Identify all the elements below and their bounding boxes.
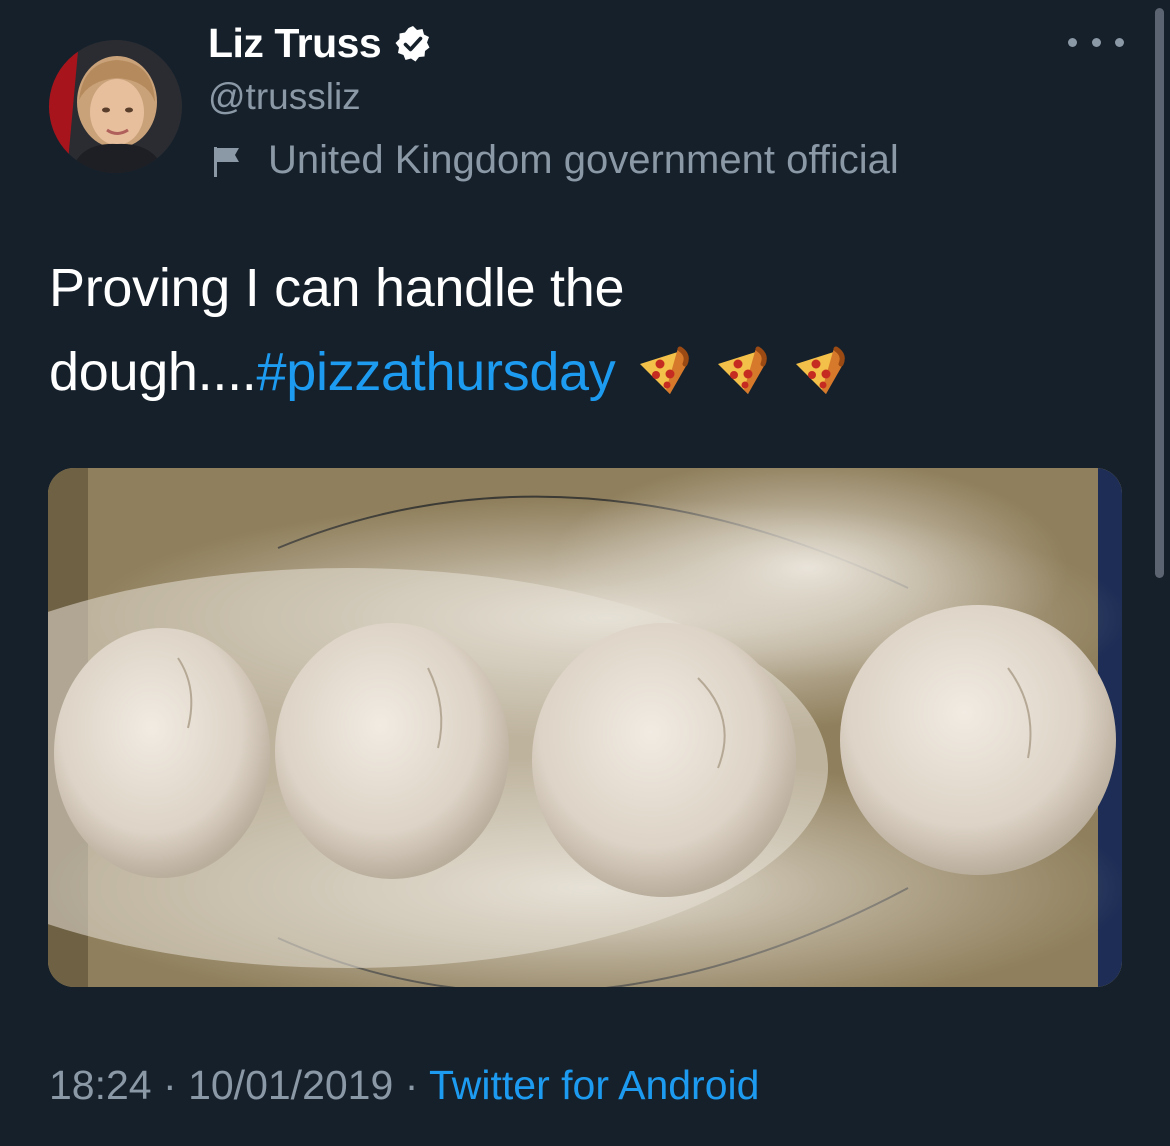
government-label-text: United Kingdom government official xyxy=(268,138,899,182)
hashtag-link[interactable]: #pizzathursday xyxy=(256,342,615,402)
tweet-photo[interactable] xyxy=(48,468,1122,987)
author-name[interactable]: Liz Truss xyxy=(208,20,382,67)
meta-separator: · xyxy=(404,1062,419,1108)
scrollbar-thumb[interactable] xyxy=(1155,8,1164,578)
avatar-photo xyxy=(49,40,182,173)
dough-balls-image xyxy=(48,468,1122,987)
tweet-meta: 18:24 · 10/01/2019 · Twitter for Android xyxy=(49,1062,759,1109)
author-handle[interactable]: @trussliz xyxy=(208,76,361,118)
avatar[interactable] xyxy=(49,40,182,173)
more-dot-icon xyxy=(1068,37,1077,47)
government-label: United Kingdom government official xyxy=(208,138,899,183)
tweet-time[interactable]: 18:24 xyxy=(49,1062,152,1108)
meta-separator: · xyxy=(163,1062,177,1108)
tweet-date[interactable]: 10/01/2019 xyxy=(188,1062,393,1108)
pizza-icon xyxy=(634,344,690,400)
flag-icon xyxy=(208,141,248,181)
more-dot-icon xyxy=(1115,37,1124,47)
pizza-icon xyxy=(712,344,768,400)
author-name-row[interactable]: Liz Truss xyxy=(208,20,433,67)
tweet-source-link[interactable]: Twitter for Android xyxy=(429,1062,759,1108)
pizza-icon xyxy=(790,344,846,400)
more-dot-icon xyxy=(1091,37,1101,47)
more-options-button[interactable] xyxy=(1068,28,1124,56)
verified-badge-icon xyxy=(393,24,433,64)
tweet-text: Proving I can handle the dough....#pizza… xyxy=(49,246,1049,414)
